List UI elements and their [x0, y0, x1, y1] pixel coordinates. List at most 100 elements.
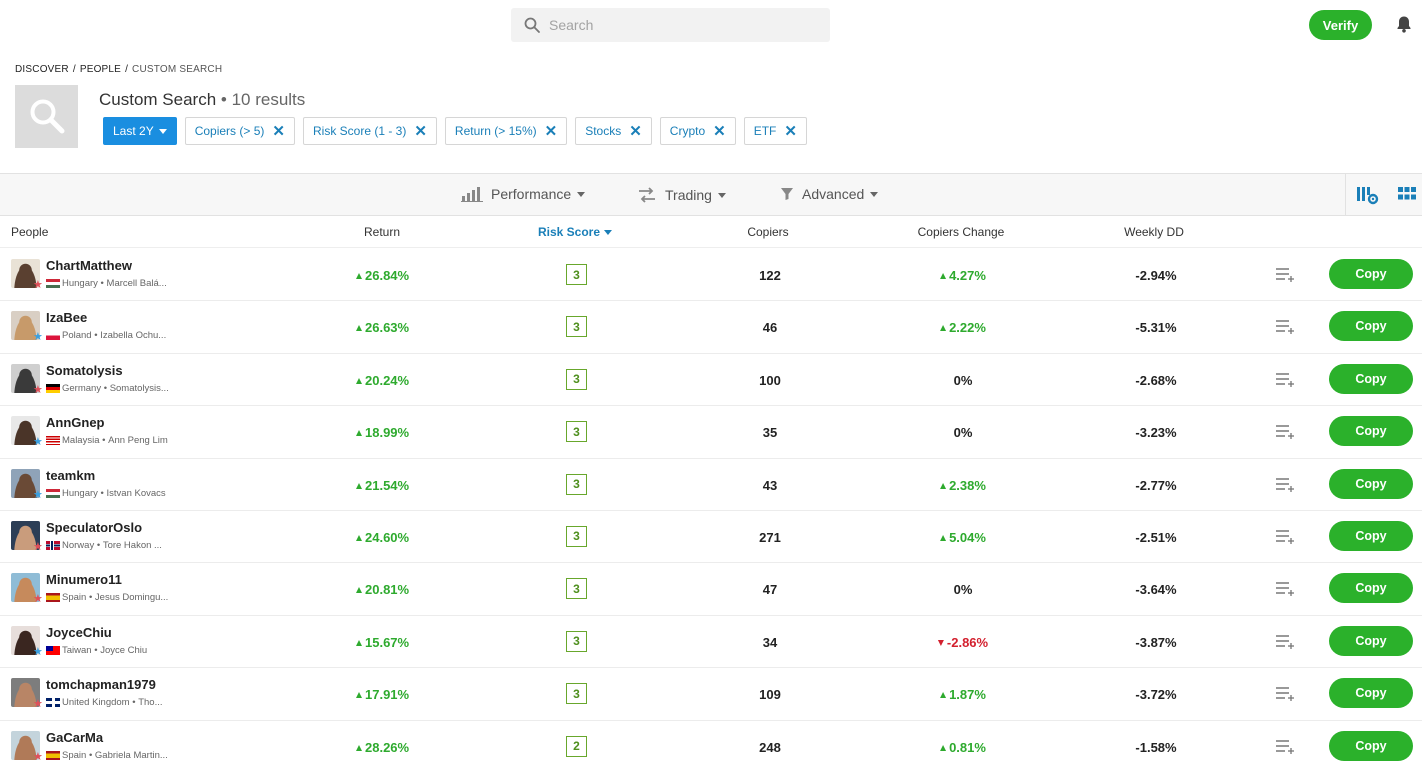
add-to-watchlist-icon[interactable]	[1275, 423, 1295, 440]
add-to-watchlist-icon[interactable]	[1275, 738, 1295, 754]
username[interactable]: JoyceChiu	[46, 625, 112, 640]
close-icon[interactable]: ✕	[545, 124, 558, 139]
table-row[interactable]: ★ Minumero11 Spain • Jesus Domingu... 20…	[0, 563, 1422, 616]
period-dropdown[interactable]: Last 2Y	[103, 117, 177, 145]
breadcrumb-people[interactable]: PEOPLE	[80, 64, 121, 75]
copy-button[interactable]: Copy	[1329, 573, 1413, 604]
search-bar[interactable]	[511, 8, 830, 42]
username[interactable]: IzaBee	[46, 310, 87, 325]
return-text: 21.54%	[365, 477, 410, 493]
copy-button[interactable]: Copy	[1329, 363, 1413, 394]
risk-score-badge: 3	[566, 473, 587, 495]
username[interactable]: AnnGnep	[46, 415, 105, 430]
column-return[interactable]: Return	[364, 225, 400, 239]
copy-button[interactable]: Copy	[1329, 730, 1413, 761]
copy-button[interactable]: Copy	[1329, 416, 1413, 447]
arrow-down-icon	[937, 639, 944, 646]
real-name: Tore Hakon ...	[102, 539, 162, 551]
table-row[interactable]: ★ ChartMatthew Hungary • Marcell Balá...…	[0, 249, 1422, 302]
country-name: Germany	[62, 382, 102, 394]
add-to-watchlist-icon[interactable]	[1275, 266, 1295, 282]
view-toggle	[1345, 174, 1422, 215]
copy-button[interactable]: Copy	[1329, 259, 1413, 289]
weekly-dd-value: -3.23%	[1135, 425, 1177, 441]
table-row[interactable]: ★ AnnGnep Malaysia • Ann Peng Lim 18.99%…	[0, 406, 1422, 459]
add-to-watchlist-icon[interactable]	[1275, 633, 1295, 649]
username[interactable]: tomchapman1979	[46, 677, 156, 692]
bell-icon[interactable]	[1396, 15, 1412, 33]
filter-chip-risk-score[interactable]: Risk Score (1 - 3) ✕	[302, 117, 437, 145]
username[interactable]: Somatolysis	[46, 363, 123, 378]
column-copiers-change[interactable]: Copiers Change	[918, 225, 1005, 239]
star-icon: ★	[33, 331, 43, 344]
close-icon[interactable]: ✕	[713, 124, 726, 139]
table-row[interactable]: ★ Somatolysis Germany • Somatolysis... 2…	[0, 354, 1422, 407]
table-row[interactable]: ★ IzaBee Poland • Izabella Ochu... 26.63…	[0, 301, 1422, 354]
close-icon[interactable]: ✕	[272, 124, 285, 139]
search-input[interactable]	[549, 8, 819, 42]
arrow-up-icon	[940, 744, 947, 751]
copy-button[interactable]: Copy	[1329, 625, 1413, 656]
column-weekly-dd[interactable]: Weekly DD	[1124, 225, 1184, 239]
filter-chip-crypto[interactable]: Crypto ✕	[659, 117, 736, 145]
copiers-value: 46	[762, 320, 778, 336]
performance-dropdown[interactable]: Performance	[461, 186, 586, 202]
copiers-change-value: 0%	[954, 425, 973, 440]
username[interactable]: teamkm	[46, 468, 95, 483]
arrow-up-icon	[356, 744, 362, 751]
copy-button[interactable]: Copy	[1329, 311, 1413, 342]
verify-button[interactable]: Verify	[1309, 10, 1372, 40]
chip-label: ETF	[753, 124, 777, 138]
flag-icon	[46, 593, 60, 603]
flag-icon	[46, 540, 60, 550]
page-title: Custom Search • 10 results	[99, 90, 305, 110]
risk-score-badge: 3	[566, 264, 587, 285]
filter-chip-stocks[interactable]: Stocks ✕	[575, 117, 652, 145]
breadcrumb-discover[interactable]: DISCOVER	[15, 64, 69, 75]
username[interactable]: Minumero11	[46, 572, 122, 587]
add-to-watchlist-icon[interactable]	[1275, 580, 1295, 597]
table-row[interactable]: ★ GaCarMa Spain • Gabriela Martin... 28.…	[0, 721, 1422, 771]
filter-chip-return[interactable]: Return (> 15%) ✕	[444, 117, 568, 145]
table-row[interactable]: ★ JoyceChiu Taiwan • Joyce Chiu 15.67% 3…	[0, 616, 1422, 669]
column-risk-score[interactable]: Risk Score	[538, 225, 613, 239]
filter-chip-etf[interactable]: ETF ✕	[743, 117, 807, 145]
chip-label: Stocks	[585, 124, 622, 138]
change-text: 0%	[953, 425, 973, 441]
username[interactable]: GaCarMa	[46, 730, 103, 745]
username[interactable]: ChartMatthew	[46, 258, 132, 273]
column-people[interactable]: People	[11, 225, 48, 239]
username[interactable]: SpeculatorOslo	[46, 520, 142, 535]
user-subtitle: Poland • Izabella Ochu...	[46, 330, 166, 341]
add-to-watchlist-icon[interactable]	[1275, 528, 1295, 544]
close-icon[interactable]: ✕	[784, 124, 797, 139]
star-icon: ★	[33, 698, 43, 711]
grid-view-icon[interactable]	[1398, 187, 1416, 201]
add-to-watchlist-icon[interactable]	[1275, 371, 1295, 387]
column-settings-icon[interactable]	[1357, 185, 1379, 205]
close-icon[interactable]: ✕	[629, 124, 642, 139]
add-to-watchlist-icon[interactable]	[1275, 318, 1295, 335]
copy-button[interactable]: Copy	[1329, 468, 1413, 499]
change-text: 2.38%	[949, 477, 986, 493]
advanced-dropdown[interactable]: Advanced	[780, 186, 879, 202]
copy-button[interactable]: Copy	[1329, 520, 1413, 551]
trading-dropdown[interactable]: Trading	[637, 186, 726, 204]
copiers-value: 122	[759, 268, 781, 283]
weekly-dd-value: -3.87%	[1135, 634, 1177, 650]
table-row[interactable]: ★ tomchapman1979 United Kingdom • Tho...…	[0, 668, 1422, 721]
add-to-watchlist-icon[interactable]	[1275, 476, 1295, 492]
change-text: 2.22%	[949, 320, 986, 336]
filter-chip-copiers[interactable]: Copiers (> 5) ✕	[184, 117, 295, 145]
table-row[interactable]: ★ SpeculatorOslo Norway • Tore Hakon ...…	[0, 511, 1422, 564]
arrow-up-icon	[356, 273, 362, 279]
change-text: 4.27%	[949, 268, 986, 283]
add-to-watchlist-icon[interactable]	[1275, 685, 1295, 702]
column-copiers[interactable]: Copiers	[747, 225, 788, 239]
table-row[interactable]: ★ teamkm Hungary • Istvan Kovacs 21.54% …	[0, 459, 1422, 511]
close-icon[interactable]: ✕	[414, 124, 427, 139]
weekly-dd-value: -5.31%	[1135, 320, 1177, 336]
copy-button[interactable]: Copy	[1329, 678, 1413, 709]
chip-label: Risk Score (1 - 3)	[312, 124, 407, 138]
copiers-change-value: 1.87%	[940, 687, 986, 702]
